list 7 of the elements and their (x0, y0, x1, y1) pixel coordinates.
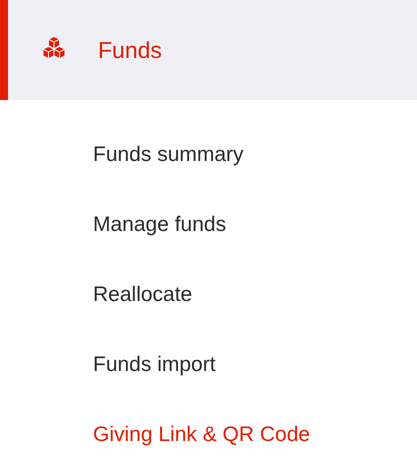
menu-item[interactable]: Giving Link & QR Code (93, 400, 310, 465)
section-label: Funds (98, 36, 162, 65)
menu-item[interactable]: Reallocate (93, 260, 192, 330)
menu-item[interactable]: Manage funds (93, 190, 226, 260)
section-header[interactable]: Funds (0, 0, 417, 100)
menu-item[interactable]: Funds summary (93, 120, 244, 190)
menu-item[interactable]: Funds import (93, 330, 216, 400)
